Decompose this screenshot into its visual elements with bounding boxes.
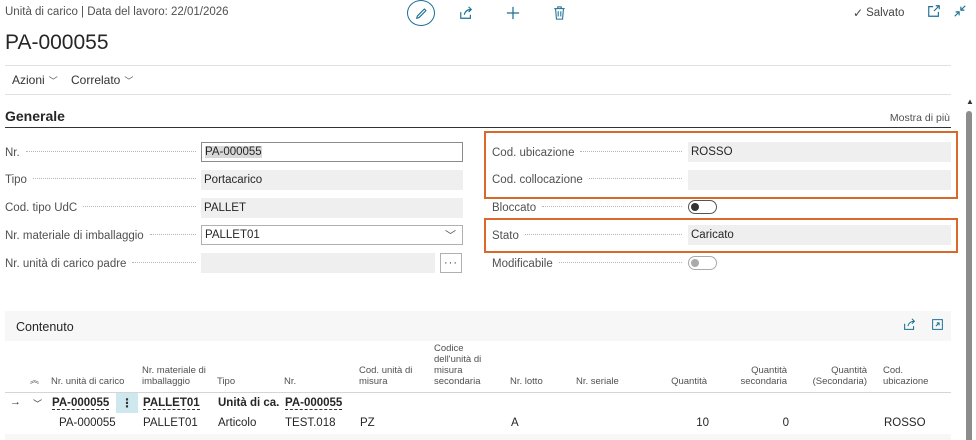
column-header[interactable]: Nr. materiale di imballaggio — [142, 365, 214, 387]
menu-correlato-label: Correlato — [71, 73, 121, 87]
column-header[interactable]: Cod. ubicazione — [883, 365, 943, 387]
grid-header: ︽ Nr. unità di carico Nr. materiale di i… — [5, 341, 951, 393]
popout-icon — [928, 5, 940, 17]
field-label-nr: Nr. — [5, 147, 196, 159]
cell-unit[interactable]: PA-000055 — [52, 397, 110, 410]
contenuto-share-button[interactable] — [903, 318, 917, 332]
collapse-button[interactable] — [953, 4, 969, 20]
contenuto-part: Contenuto ︽ Nr. unità di carico Nr. mate… — [5, 311, 951, 440]
bloccato-toggle[interactable] — [688, 200, 717, 214]
new-button[interactable] — [503, 3, 523, 23]
action-bar: Azioni ﹀ Correlato ﹀ — [0, 66, 976, 94]
edit-button[interactable] — [407, 0, 435, 26]
contenuto-title: Contenuto — [16, 320, 74, 334]
column-header[interactable]: Nr. — [284, 376, 344, 387]
cell-lot: A — [511, 417, 519, 429]
field-label-bloccato: Bloccato — [492, 202, 682, 214]
menu-azioni-label: Azioni — [12, 73, 45, 87]
section-underline — [5, 127, 951, 128]
field-label-materiale: Nr. materiale di imballaggio — [5, 230, 196, 242]
trash-icon — [553, 6, 565, 20]
scroll-thumb[interactable] — [966, 111, 972, 440]
column-header[interactable]: Nr. seriale — [576, 376, 636, 387]
contenuto-expand-button[interactable] — [931, 318, 945, 332]
delete-button[interactable] — [549, 3, 569, 23]
share-icon — [460, 6, 473, 19]
divider — [5, 94, 951, 95]
highlight-ubicazione — [484, 131, 958, 199]
cell-type: Articolo — [218, 417, 257, 429]
field-label-tipo: Tipo — [5, 174, 196, 186]
popout-button[interactable] — [927, 4, 943, 20]
cell-unit: PA-000055 — [59, 417, 116, 429]
share-icon — [904, 318, 916, 330]
share-button[interactable] — [456, 3, 476, 23]
chevron-down-icon[interactable]: ﹀ — [33, 397, 42, 410]
table-row[interactable]: → ﹀ PA-000055 ⋮ PALLET01 Unità di ca... … — [5, 393, 951, 414]
saved-status: ✓ Salvato — [853, 6, 904, 20]
chevron-down-icon: ﹀ — [445, 230, 456, 242]
breadcrumb: Unità di carico | Data del lavoro: 22/01… — [5, 6, 229, 18]
column-header[interactable]: Quantità secondaria — [721, 365, 787, 387]
collapse-icon — [954, 5, 966, 17]
arrow-right-icon: → — [10, 396, 21, 408]
cell-material[interactable]: PALLET01 — [143, 397, 200, 410]
menu-azioni[interactable]: Azioni ﹀ — [12, 73, 58, 87]
check-icon: ✓ — [853, 6, 864, 20]
cell-qty2: 0 — [782, 417, 789, 429]
page-scrollbar[interactable]: ▲ — [962, 97, 976, 440]
cell-no: TEST.018 — [285, 417, 336, 429]
cell-material: PALLET01 — [143, 417, 198, 429]
nr-input[interactable]: PA-000055 — [201, 142, 463, 162]
page-title: PA-000055 — [5, 31, 109, 54]
field-label-padre: Nr. unità di carico padre — [5, 258, 196, 270]
field-label-cod-tipo-udc: Cod. tipo UdC — [5, 202, 196, 214]
column-header[interactable]: Quantità — [647, 376, 707, 387]
toggle-knob — [691, 203, 699, 211]
cell-location: ROSSO — [884, 417, 926, 429]
chevron-down-icon: ﹀ — [48, 76, 58, 86]
toggle-knob — [691, 259, 699, 267]
column-header[interactable]: Codice dell'unità di misura secondaria — [434, 343, 496, 387]
column-header[interactable]: Tipo — [217, 376, 277, 387]
column-header[interactable]: Nr. unità di carico — [51, 376, 131, 387]
lookup-button[interactable]: ··· — [440, 253, 462, 273]
pencil-icon — [415, 7, 427, 19]
cod-tipo-udc-value: PALLET — [201, 198, 463, 218]
show-more-link[interactable]: Mostra di più — [890, 112, 950, 124]
highlight-stato — [484, 218, 958, 253]
sort-icon[interactable]: ︽ — [30, 373, 39, 386]
cell-type: Unità di ca... — [218, 397, 280, 409]
menu-correlato[interactable]: Correlato ﹀ — [71, 73, 133, 87]
row-menu-button[interactable]: ⋮ — [116, 393, 138, 413]
table-row[interactable]: PA-000055 PALLET01 Articolo TEST.018 PZ … — [5, 413, 951, 434]
materiale-select[interactable]: PALLET01 ﹀ — [201, 225, 463, 245]
scroll-up-icon[interactable]: ▲ — [966, 97, 974, 106]
padre-value[interactable] — [201, 253, 435, 273]
section-generale-title[interactable]: Generale — [5, 108, 65, 124]
cell-no[interactable]: PA-000055 — [285, 397, 343, 410]
chevron-down-icon: ﹀ — [124, 76, 134, 86]
field-label-modificabile: Modificabile — [492, 258, 682, 270]
plus-icon — [506, 6, 520, 20]
column-header[interactable]: Nr. lotto — [510, 376, 570, 387]
expand-icon — [932, 319, 943, 330]
top-bar: Unità di carico | Data del lavoro: 22/01… — [0, 0, 976, 28]
cell-uom: PZ — [360, 417, 375, 429]
modificabile-toggle — [688, 256, 717, 270]
saved-label: Salvato — [866, 7, 905, 19]
cell-qty: 10 — [696, 417, 709, 429]
tipo-value: Portacarico — [201, 170, 463, 190]
column-header[interactable]: Cod. unità di misura — [359, 365, 425, 387]
column-header[interactable]: Quantità (Secondaria) — [805, 365, 867, 387]
